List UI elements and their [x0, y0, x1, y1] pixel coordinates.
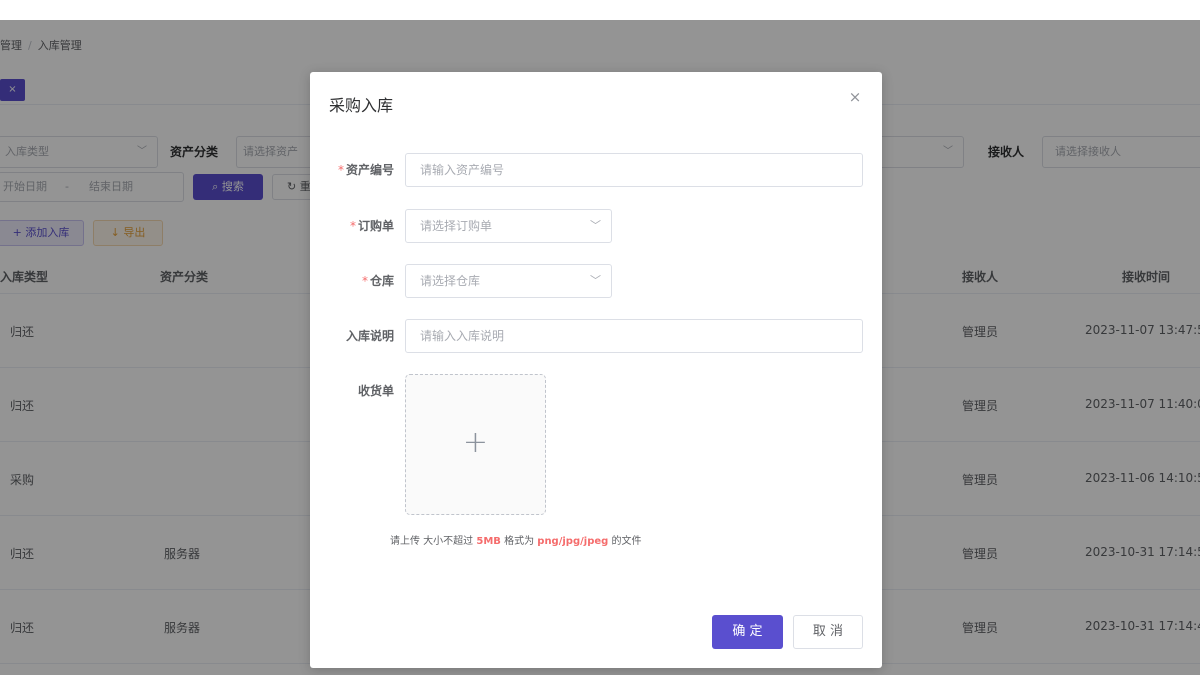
purchase-inbound-dialog: 采购入库 × * 资产编号 请输入资产编号 * 订购单 请选择订购单 ﹀ * 仓库	[310, 72, 882, 668]
required-marker: *	[349, 219, 356, 233]
order-select[interactable]: 请选择订购单 ﹀	[405, 209, 612, 243]
asset-no-input[interactable]: 请输入资产编号	[405, 153, 863, 187]
order-placeholder: 请选择订购单	[420, 219, 493, 233]
note-label: 入库说明	[345, 329, 394, 343]
chevron-down-icon: ﹀	[590, 219, 601, 232]
warehouse-label-text: 仓库	[369, 274, 394, 288]
app-window: 管理 / 入库管理 × 入库类型 ﹀ 资产分类 请选择资产 ﹀ 接收人 请选择接收人…	[0, 20, 1200, 675]
required-marker: *	[337, 163, 344, 177]
upload-tip-size: 5MB	[476, 536, 501, 547]
note-input[interactable]: 请输入入库说明	[405, 319, 863, 353]
note-placeholder: 请输入入库说明	[420, 329, 505, 343]
upload-tip-text: 的文件	[611, 536, 642, 547]
chevron-down-icon: ﹀	[590, 274, 601, 287]
receipt-upload[interactable]: +	[405, 374, 546, 515]
plus-icon: +	[462, 425, 489, 460]
upload-tip-text: 格式为	[504, 536, 535, 547]
upload-tip: 请上传 大小不超过 5MB 格式为 png/jpg/jpeg 的文件	[390, 532, 641, 547]
upload-tip-formats: png/jpg/jpeg	[537, 536, 609, 547]
warehouse-select[interactable]: 请选择仓库 ﹀	[405, 264, 612, 298]
asset-no-label-text: 资产编号	[345, 163, 394, 177]
asset-no-label: * 资产编号	[310, 153, 394, 187]
cancel-button[interactable]: 取 消	[793, 615, 863, 649]
warehouse-label: * 仓库	[310, 264, 394, 298]
warehouse-placeholder: 请选择仓库	[420, 274, 481, 288]
required-marker: *	[361, 274, 368, 288]
order-label: * 订购单	[310, 209, 394, 243]
receipt-label: 收货单	[357, 384, 394, 398]
close-icon[interactable]: ×	[846, 88, 864, 106]
upload-tip-text: 请上传 大小不超过	[390, 536, 474, 547]
dialog-title: 采购入库	[329, 96, 394, 115]
screen: 管理 / 入库管理 × 入库类型 ﹀ 资产分类 请选择资产 ﹀ 接收人 请选择接收人…	[0, 0, 1200, 675]
order-label-text: 订购单	[357, 219, 394, 233]
confirm-button[interactable]: 确 定	[712, 615, 783, 649]
asset-no-placeholder: 请输入资产编号	[420, 163, 505, 177]
